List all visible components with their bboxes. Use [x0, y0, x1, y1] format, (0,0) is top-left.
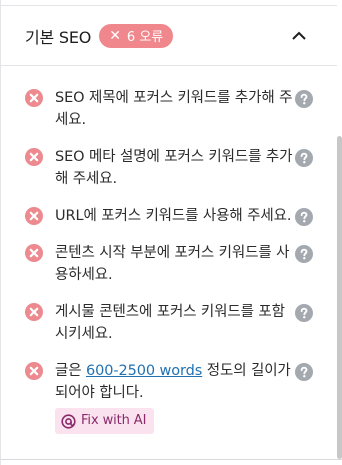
check-text: SEO 제목에 포커스 키워드를 추가해 주세요. — [55, 90, 293, 128]
list-item: 게시물 콘텐츠에 포커스 키워드를 포함시키세요. — [1, 296, 337, 345]
close-icon: ✕ — [109, 27, 121, 44]
list-item: 글은 600-2500 words 정도의 길이가 되어야 합니다. Fix w… — [1, 355, 337, 436]
check-text: 게시물 콘텐츠에 포커스 키워드를 포함시키세요. — [55, 304, 285, 342]
check-text: URL에 포커스 키워드를 사용해 주세요. — [55, 208, 292, 224]
error-icon — [25, 244, 43, 262]
panel-title: 기본 SEO — [25, 27, 92, 47]
chevron-up-icon[interactable] — [291, 30, 307, 42]
list-item: SEO 제목에 포커스 키워드를 추가해 주세요. — [1, 82, 337, 131]
list-item: SEO 메타 설명에 포커스 키워드를 추가해 주세요. — [1, 141, 337, 190]
help-icon[interactable] — [295, 90, 313, 108]
list-item: 콘텐츠 시작 부분에 포커스 키워드를 사용하세요. — [1, 237, 337, 286]
error-icon — [25, 362, 43, 380]
help-icon[interactable] — [295, 245, 313, 263]
fix-with-ai-button[interactable]: Fix with AI — [55, 408, 155, 434]
length-prefix: 글은 — [55, 363, 86, 379]
list-item: URL에 포커스 키워드를 사용해 주세요. — [1, 200, 337, 227]
error-icon — [25, 148, 43, 166]
seo-panel: 기본 SEO ✕ 6 오류 SEO 제목에 포커스 키워드를 추가해 주세요. — [0, 0, 342, 465]
error-count-badge: ✕ 6 오류 — [99, 23, 174, 48]
divider — [1, 459, 342, 460]
error-icon — [25, 303, 43, 321]
help-icon[interactable] — [295, 208, 313, 226]
help-icon[interactable] — [295, 304, 313, 322]
fix-with-ai-label: Fix with AI — [81, 413, 147, 428]
ai-sparkle-icon — [61, 413, 76, 429]
check-list: SEO 제목에 포커스 키워드를 추가해 주세요. SEO 메타 설명에 포커스… — [1, 82, 337, 446]
help-icon[interactable] — [295, 363, 313, 381]
check-text: 글은 600-2500 words 정도의 길이가 되어야 합니다. Fix w… — [55, 355, 307, 436]
check-text: SEO 메타 설명에 포커스 키워드를 추가해 주세요. — [55, 149, 293, 187]
help-icon[interactable] — [295, 149, 313, 167]
scrollbar[interactable] — [337, 136, 342, 459]
check-text: 콘텐츠 시작 부분에 포커스 키워드를 사용하세요. — [55, 245, 290, 283]
error-icon — [25, 207, 43, 225]
panel-header[interactable]: 기본 SEO ✕ 6 오류 — [1, 6, 337, 66]
error-icon — [25, 89, 43, 107]
error-count-label: 6 오류 — [126, 30, 164, 45]
word-count-link[interactable]: 600-2500 words — [86, 363, 202, 379]
